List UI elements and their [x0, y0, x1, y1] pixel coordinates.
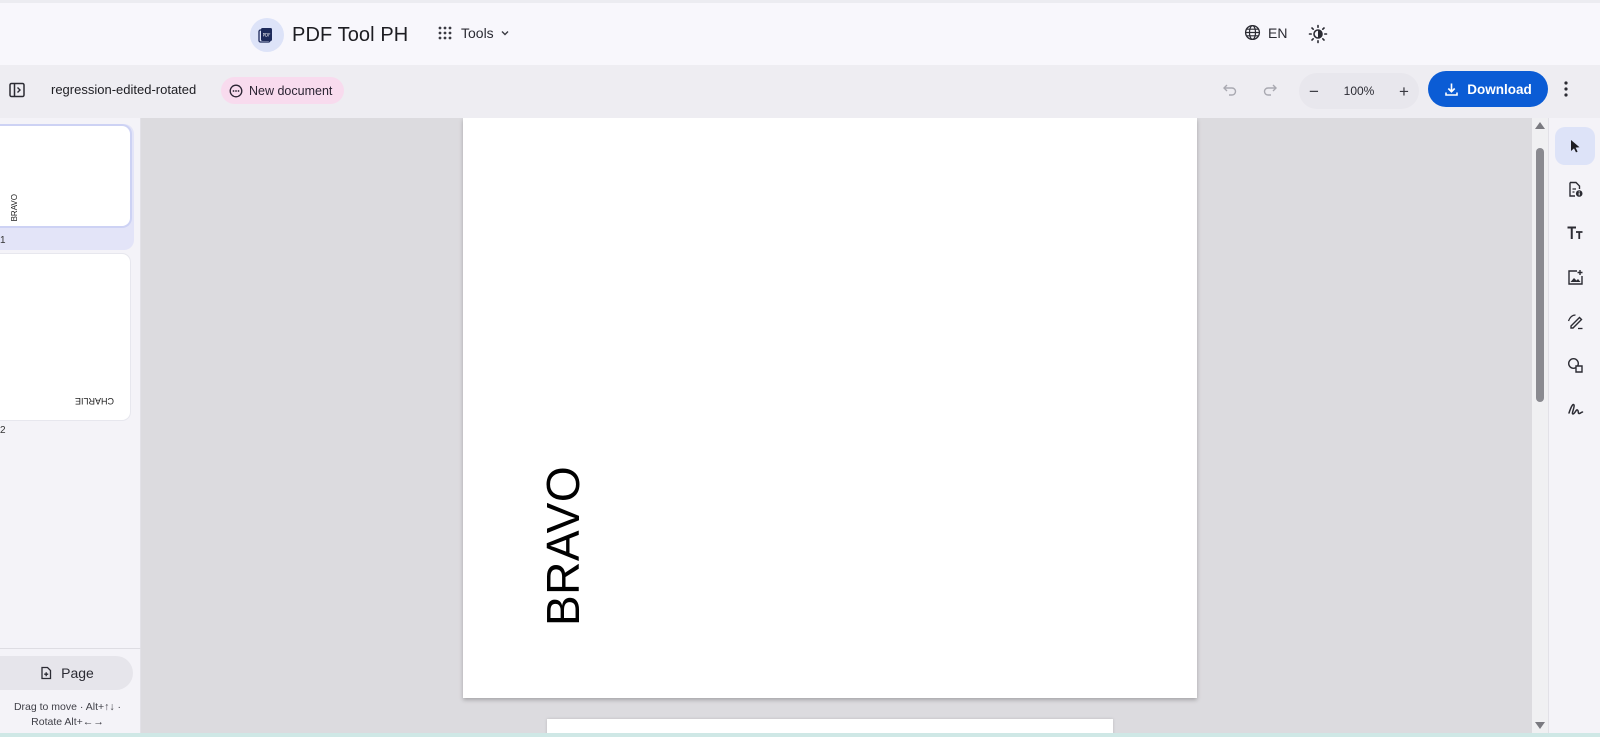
hint-line-2: Rotate Alt+←→ [31, 716, 104, 728]
pen-draw-icon [1567, 313, 1582, 329]
draw-tool-button[interactable] [1555, 302, 1595, 340]
bottom-edge [0, 733, 1600, 737]
tools-menu-button[interactable]: Tools [438, 25, 510, 41]
app-logo-icon: PDF [250, 18, 284, 52]
chevron-down-icon [501, 31, 509, 36]
download-label: Download [1467, 81, 1532, 97]
signature-tool-button[interactable] [1555, 390, 1595, 428]
shapes-icon [1567, 357, 1583, 373]
document-canvas[interactable]: BRAVO [141, 118, 1532, 737]
redo-icon [1263, 84, 1277, 96]
document-toolbar: regression-edited-rotated New document −… [0, 65, 1600, 118]
scrollbar-thumb[interactable] [1536, 148, 1544, 402]
app-title: PDF Tool PH [292, 23, 409, 46]
sidebar-toggle-button[interactable] [8, 81, 26, 104]
apps-grid-icon [438, 26, 452, 40]
more-options-button[interactable] [1563, 80, 1569, 103]
brightness-icon [1308, 24, 1328, 44]
pdf-page-1[interactable]: BRAVO [463, 118, 1197, 698]
tools-label: Tools [461, 25, 494, 41]
status-badge-label: New document [249, 83, 333, 98]
scroll-up-arrow[interactable] [1535, 122, 1545, 129]
globe-icon [1244, 24, 1261, 41]
keyboard-hint: Drag to move · Alt+↑↓ · Rotate Alt+←→ [0, 700, 135, 730]
page-text-bravo[interactable]: BRAVO [536, 466, 590, 626]
redo-button[interactable] [1262, 81, 1278, 102]
document-info-icon [1568, 181, 1582, 197]
sidebar-panel-icon [9, 82, 25, 98]
zoom-out-button[interactable]: − [1309, 83, 1319, 100]
image-tool-button[interactable] [1555, 258, 1595, 296]
page-thumbnail-1[interactable]: BRAVO 1 [0, 124, 134, 250]
zoom-control: − 100% + [1299, 73, 1419, 109]
add-page-icon [41, 666, 52, 680]
text-size-icon [1567, 226, 1583, 239]
signature-icon [1567, 403, 1583, 415]
shapes-tool-button[interactable] [1555, 346, 1595, 384]
thumbnail-text: BRAVO [10, 194, 19, 222]
dots-circle-icon [229, 84, 243, 97]
add-page-label: Page [61, 665, 94, 681]
vertical-scrollbar[interactable] [1532, 118, 1548, 737]
download-icon [1445, 83, 1459, 96]
thumbnail-preview: BRAVO [0, 126, 130, 226]
page-number: 1 [0, 235, 6, 246]
language-label: EN [1268, 24, 1288, 41]
tools-rail [1548, 118, 1600, 737]
undo-icon [1223, 84, 1237, 96]
text-tool-button[interactable] [1555, 214, 1595, 252]
page-info-tool-button[interactable] [1555, 170, 1595, 208]
language-switcher[interactable]: EN [1244, 24, 1287, 41]
hint-line-1: Drag to move · Alt+↑↓ · [13, 701, 122, 713]
scroll-down-arrow[interactable] [1535, 722, 1545, 729]
top-header: PDF PDF Tool PH Tools EN [0, 0, 1600, 65]
logo-text: PDF [263, 33, 271, 38]
cursor-arrow-icon [1571, 140, 1580, 153]
zoom-in-button[interactable]: + [1399, 83, 1409, 100]
status-badge: New document [221, 77, 345, 104]
zoom-level: 100% [1343, 84, 1375, 98]
panel-divider [0, 648, 141, 649]
theme-toggle-button[interactable] [1308, 24, 1328, 49]
more-vertical-icon [1564, 81, 1568, 97]
add-page-button[interactable]: Page [0, 656, 133, 690]
image-add-icon [1567, 269, 1583, 285]
page-thumbnail-2[interactable]: CHARLIE 2 [0, 254, 134, 442]
undo-button[interactable] [1222, 81, 1238, 102]
thumbnail-preview: CHARLIE [0, 254, 130, 420]
select-tool-button[interactable] [1555, 127, 1595, 165]
document-name[interactable]: regression-edited-rotated [51, 82, 196, 97]
brand[interactable]: PDF PDF Tool PH [250, 18, 408, 52]
page-number: 2 [0, 425, 6, 436]
download-button[interactable]: Download [1428, 71, 1548, 107]
thumbnail-text: CHARLIE [74, 396, 114, 406]
page-thumbnails-panel: BRAVO 1 CHARLIE 2 Page Drag to move · Al… [0, 118, 141, 737]
